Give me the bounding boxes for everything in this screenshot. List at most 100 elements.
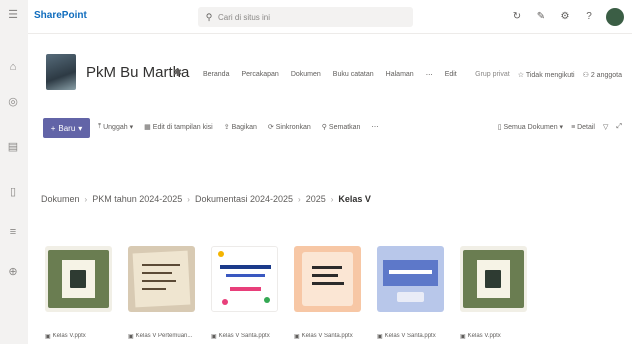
upload-label: Unggah: [103, 123, 128, 131]
filter-icon[interactable]: ▽: [603, 123, 608, 131]
file-tile[interactable]: ▣ Kelas V.pptx: [45, 246, 112, 340]
plus-icon: +: [50, 123, 56, 133]
expand-icon[interactable]: ⤢: [616, 123, 622, 131]
follow-button[interactable]: ☆ Tidak mengikuti: [518, 71, 575, 79]
file-name[interactable]: Kelas V Pertemuan...: [136, 333, 193, 340]
nav-item-dokumen[interactable]: Dokumen: [291, 71, 321, 79]
left-app-rail: ☰ ⌂ ◎ ▤ ▯ ≡ ⊕: [0, 0, 28, 344]
file-tile[interactable]: ▣ Kelas V Santa.pptx: [294, 246, 361, 340]
pptx-icon: ▣: [211, 334, 217, 340]
pptx-icon: ▣: [128, 334, 134, 340]
lists-icon[interactable]: ≡: [6, 225, 20, 239]
grid-icon: ▦: [144, 124, 151, 131]
app-name[interactable]: SharePoint: [34, 10, 87, 21]
file-thumbnail[interactable]: [45, 246, 112, 312]
breadcrumb-item[interactable]: PKM tahun 2024-2025: [92, 194, 182, 204]
favorite-star-icon[interactable]: ✱: [173, 66, 182, 79]
chevron-right-icon: ›: [84, 194, 88, 204]
privacy-label: Grup privat: [475, 71, 510, 78]
app-launcher-icon[interactable]: ☰: [6, 8, 20, 22]
new-button[interactable]: + Baru ▾: [43, 118, 90, 138]
chevron-right-icon: ›: [187, 194, 190, 204]
file-thumbnail[interactable]: [294, 246, 361, 312]
upload-command[interactable]: ⤒ Unggah ▾: [98, 123, 133, 131]
view-controls: ▯ Semua Dokumen ▾ ≡ Detail ▽ ⤢: [498, 123, 622, 131]
chevron-right-icon: ›: [298, 194, 301, 204]
breadcrumb-current: Kelas V: [338, 194, 371, 204]
refresh-icon[interactable]: ↻: [510, 10, 524, 24]
files-icon[interactable]: ▯: [6, 185, 20, 199]
file-name[interactable]: Kelas V Santa.pptx: [385, 333, 436, 340]
detail-button[interactable]: ≡ Detail: [571, 124, 595, 131]
share-icon: ⇪: [223, 124, 230, 131]
nav-item-percakapan[interactable]: Percakapan: [241, 71, 278, 79]
site-header-actions: Grup privat ☆ Tidak mengikuti ⚇ 2 anggot…: [475, 71, 622, 79]
sync-command[interactable]: ⟳ Sinkronkan: [267, 123, 311, 132]
sharepoint-window: ☰ ⌂ ◎ ▤ ▯ ≡ ⊕ SharePoint ⚲ Cari di situs…: [0, 0, 632, 344]
file-name[interactable]: Kelas V Santa.pptx: [302, 333, 353, 340]
pptx-icon: ▣: [45, 334, 51, 340]
nav-item-halaman[interactable]: Halaman: [386, 71, 414, 79]
home-icon[interactable]: ⌂: [6, 60, 20, 74]
breadcrumb-item[interactable]: Dokumentasi 2024-2025: [195, 194, 293, 204]
news-icon[interactable]: ▤: [6, 140, 20, 154]
file-name[interactable]: Kelas V Santa.pptx: [219, 333, 270, 340]
search-placeholder: Cari di situs ini: [218, 12, 271, 22]
pin-label: Sematkan: [328, 123, 361, 131]
chevron-down-icon: ▾: [129, 124, 134, 131]
file-thumbnail[interactable]: [211, 246, 278, 312]
file-tile[interactable]: ▣ Kelas V.pptx: [460, 246, 527, 340]
suite-bar: SharePoint ⚲ Cari di situs ini ↻ ✎ ⚙ ?: [28, 0, 632, 34]
search-icon: ⚲: [205, 12, 213, 22]
pptx-icon: ▣: [377, 334, 383, 340]
nav-item-beranda[interactable]: Beranda: [203, 71, 229, 79]
pen-icon[interactable]: ✎: [534, 10, 548, 24]
more-commands[interactable]: ⋯: [371, 123, 378, 131]
pptx-icon: ▣: [294, 334, 300, 340]
view-selector[interactable]: ▯ Semua Dokumen ▾: [498, 123, 563, 131]
site-header: PkM Bu Martha ✱ Beranda Percakapan Dokum…: [28, 34, 632, 104]
sync-label: Sinkronkan: [275, 123, 311, 131]
follow-label: Tidak mengikuti: [525, 72, 575, 79]
help-icon[interactable]: ?: [582, 10, 596, 24]
command-list: ⤒ Unggah ▾ ▦ Edit di tampilan kisi ⇪ Bagikan…: [98, 123, 378, 131]
file-name[interactable]: Kelas V.pptx: [468, 333, 501, 340]
breadcrumb-item[interactable]: Dokumen: [41, 194, 80, 204]
site-navigation: Beranda Percakapan Dokumen Buku catatan …: [203, 71, 457, 79]
search-box[interactable]: ⚲ Cari di situs ini: [198, 7, 413, 27]
nav-item-edit[interactable]: Edit: [445, 71, 457, 79]
file-thumbnail[interactable]: [460, 246, 527, 312]
settings-icon[interactable]: ⚙: [558, 10, 572, 24]
grid-edit-label: Edit di tampilan kisi: [152, 123, 213, 131]
command-bar: + Baru ▾ ⤒ Unggah ▾ ▦ Edit di tampilan kisi…: [28, 108, 632, 138]
file-tile[interactable]: ▣ Kelas V Santa.pptx: [377, 246, 444, 340]
sync-icon: ⟳: [267, 124, 274, 131]
members-button[interactable]: ⚇ 2 anggota: [583, 71, 622, 79]
create-icon[interactable]: ⊕: [6, 265, 20, 279]
breadcrumb: Dokumen › PKM tahun 2024-2025 › Dokument…: [41, 194, 371, 204]
new-label: Baru: [58, 123, 76, 133]
detail-label: Detail: [577, 123, 595, 131]
file-tiles: ▣ Kelas V.pptx ▣ Kelas V Pertemuan... ▣ Kel…: [45, 246, 527, 340]
grid-edit-command[interactable]: ▦ Edit di tampilan kisi: [144, 123, 213, 132]
chevron-right-icon: ›: [330, 194, 334, 204]
file-tile[interactable]: ▣ Kelas V Pertemuan...: [128, 246, 195, 340]
share-label: Bagikan: [231, 123, 257, 131]
share-command[interactable]: ⇪ Bagikan: [223, 123, 257, 132]
people-icon: ⚇: [582, 72, 591, 79]
pin-command[interactable]: ⚲ Sematkan: [322, 123, 361, 132]
site-logo[interactable]: [46, 54, 76, 90]
nav-more-icon[interactable]: ⋯: [426, 71, 433, 79]
breadcrumb-item[interactable]: 2025: [306, 194, 326, 204]
file-thumbnail[interactable]: [377, 246, 444, 312]
upload-icon: ⤒: [98, 123, 102, 130]
view-label: Semua Dokumen: [503, 124, 558, 131]
user-avatar[interactable]: [606, 8, 624, 26]
file-name[interactable]: Kelas V.pptx: [53, 333, 86, 340]
globe-icon[interactable]: ◎: [6, 95, 20, 109]
file-tile[interactable]: ▣ Kelas V Santa.pptx: [211, 246, 278, 340]
nav-item-buku-catatan[interactable]: Buku catatan: [333, 71, 374, 79]
file-thumbnail[interactable]: [128, 246, 195, 312]
members-label: 2 anggota: [590, 72, 622, 79]
pptx-icon: ▣: [460, 334, 466, 340]
